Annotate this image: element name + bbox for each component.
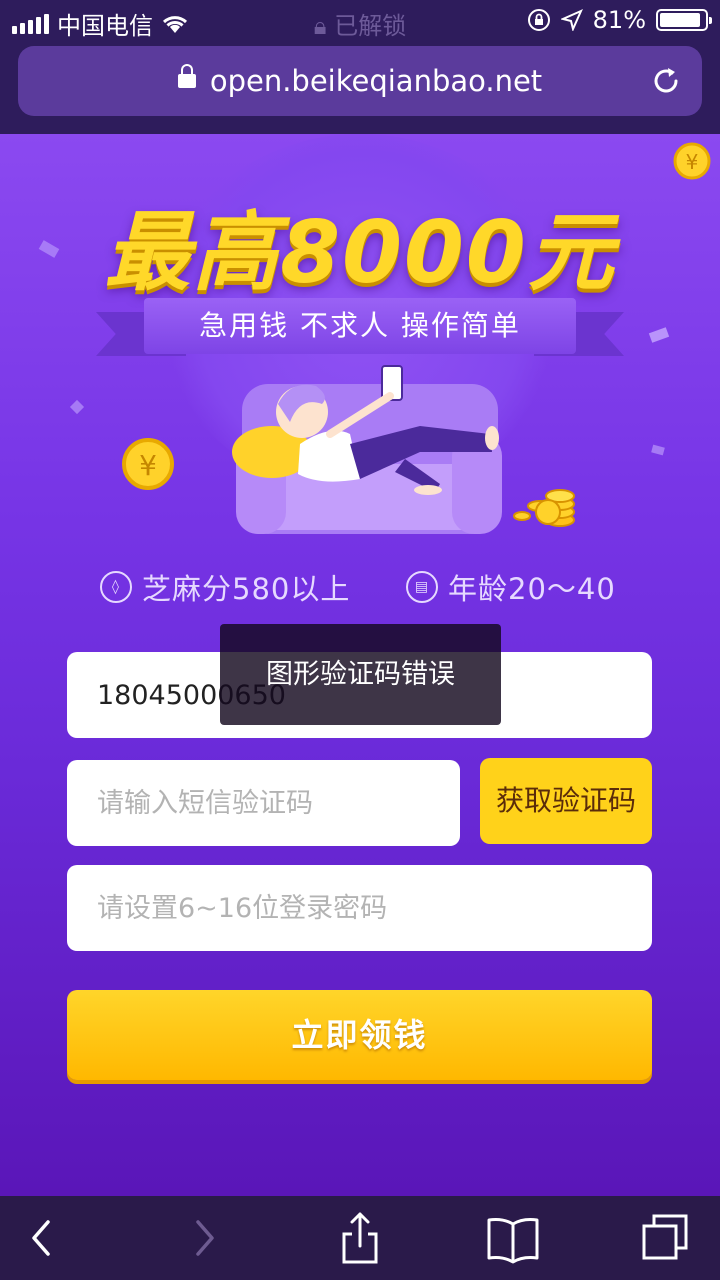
svg-text:¥: ¥: [139, 449, 157, 482]
age-condition-text: 年龄20～40: [448, 572, 616, 606]
share-icon[interactable]: [330, 1210, 390, 1266]
status-bar: 中国电信 🔒︎ 已解锁 81%: [0, 0, 720, 40]
location-icon: [560, 9, 583, 31]
url-text: open.beikeqianbao.net: [209, 64, 543, 98]
coin-icon: ¥: [673, 142, 711, 180]
submit-button[interactable]: 立即领钱: [67, 990, 652, 1080]
sms-code-input[interactable]: [97, 760, 460, 846]
back-icon[interactable]: [12, 1210, 72, 1266]
get-code-button[interactable]: 获取验证码: [480, 758, 652, 844]
lock-icon: [177, 64, 196, 88]
coin-icon: ¥: [122, 438, 174, 490]
password-input[interactable]: [97, 865, 652, 951]
error-toast: 图形验证码错误: [220, 624, 501, 725]
browser-toolbar: [0, 1196, 720, 1280]
forward-icon[interactable]: [174, 1210, 234, 1266]
coin-icon: [513, 489, 575, 527]
reload-icon[interactable]: [648, 63, 684, 99]
headline: 最高8000元: [104, 203, 616, 303]
lock-icon: 🔒︎: [313, 12, 327, 40]
battery-percent: 81%: [592, 6, 646, 34]
browser-address-area: open.beikeqianbao.net: [0, 40, 720, 134]
password-field[interactable]: [67, 865, 652, 951]
tagline-ribbon: 急用钱 不求人 操作简单: [96, 298, 624, 366]
bookmarks-icon[interactable]: [483, 1210, 543, 1266]
orientation-lock-icon: [527, 9, 550, 31]
credit-condition: ◊ 芝麻分580以上: [100, 566, 350, 608]
battery-icon: [656, 9, 712, 31]
tabs-icon[interactable]: [636, 1210, 696, 1266]
credit-condition-text: 芝麻分580以上: [142, 572, 351, 606]
main-content: ¥ ¥ 最高8000元 急用钱 不求人 操作简单 ◊ 芝麻分580以上 ▤ 年龄…: [0, 134, 720, 1196]
svg-text:¥: ¥: [686, 150, 699, 174]
age-condition: ▤ 年龄20～40: [406, 566, 616, 608]
age-icon: ▤: [406, 571, 438, 603]
sesame-icon: ◊: [100, 571, 132, 603]
url-bar[interactable]: open.beikeqianbao.net: [18, 46, 702, 116]
tagline: 急用钱 不求人 操作简单: [144, 298, 576, 354]
sms-code-field[interactable]: [67, 760, 460, 846]
lock-status-text: 已解锁: [334, 12, 407, 40]
